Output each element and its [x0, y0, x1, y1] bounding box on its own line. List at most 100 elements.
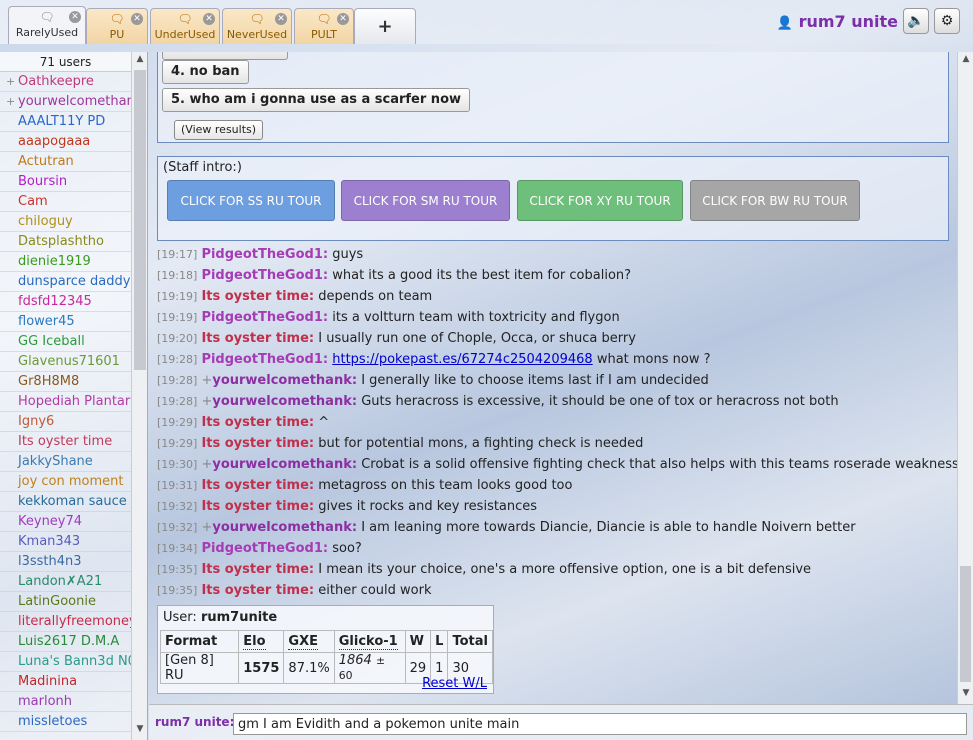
user-list-item[interactable]: Kman343	[0, 532, 131, 552]
close-icon[interactable]: ✕	[203, 13, 215, 25]
user-list-item[interactable]: Madinina	[0, 672, 131, 692]
user-list-item[interactable]: Luna's Bann3d N0	[0, 652, 131, 672]
chat-message: [19:28] +yourwelcomethank: Guts heracros…	[157, 392, 839, 412]
user-list-item[interactable]: Keyney74	[0, 512, 131, 532]
tour-button[interactable]: CLICK FOR SM RU TOUR	[341, 180, 510, 221]
user-list-item[interactable]: chiloguy	[0, 212, 131, 232]
message-author[interactable]: +yourwelcomethank:	[201, 373, 357, 388]
poll-option[interactable]: 5. who am i gonna use as a scarfer now	[162, 88, 471, 112]
user-list-item[interactable]: Actutran	[0, 152, 131, 172]
room-tab[interactable]: 🗨 UnderUsed ✕	[150, 8, 220, 44]
settings-button[interactable]: ⚙	[934, 8, 960, 34]
user-list-item[interactable]: marlonh	[0, 692, 131, 712]
user-list-item[interactable]: aaapogaaa	[0, 132, 131, 152]
message-author[interactable]: PidgeotTheGod1:	[201, 310, 328, 325]
user-list-item[interactable]: dienie1919	[0, 252, 131, 272]
scroll-up-icon[interactable]: ▲	[132, 54, 147, 68]
new-tab-button[interactable]: +	[354, 8, 416, 44]
close-icon[interactable]: ✕	[131, 13, 143, 25]
user-list-item[interactable]: l3ssth4n3	[0, 552, 131, 572]
close-icon[interactable]: ✕	[275, 13, 287, 25]
message-author[interactable]: PidgeotTheGod1:	[201, 352, 328, 367]
timestamp: [19:28]	[157, 353, 198, 366]
tour-button[interactable]: CLICK FOR SS RU TOUR	[167, 180, 335, 221]
user-name: Luna's Bann3d N0	[18, 654, 131, 669]
user-list-item[interactable]: Igny6	[0, 412, 131, 432]
message-author[interactable]: Its oyster time:	[201, 499, 314, 514]
message-author[interactable]: PidgeotTheGod1:	[201, 268, 328, 283]
user-list-item[interactable]: Cam	[0, 192, 131, 212]
message-author[interactable]: Its oyster time:	[201, 289, 314, 304]
user-list-item[interactable]: Landon✗A21	[0, 572, 131, 592]
message-author[interactable]: Its oyster time:	[201, 562, 314, 577]
user-list-item[interactable]: Datsplashtho	[0, 232, 131, 252]
message-text: guys	[332, 247, 364, 262]
room-tab[interactable]: 🗨 NeverUsed ✕	[222, 8, 292, 44]
user-list-item[interactable]: GG Iceball	[0, 332, 131, 352]
tour-button[interactable]: CLICK FOR BW RU TOUR	[690, 180, 860, 221]
message-link[interactable]: https://pokepast.es/67274c2504209468	[332, 352, 592, 367]
gear-icon: ⚙	[940, 13, 954, 29]
user-name: missletoes	[18, 714, 88, 729]
user-list-item[interactable]: Luis2617 D.M.A	[0, 632, 131, 652]
user-list-item[interactable]: Boursin	[0, 172, 131, 192]
ranking-user: User: rum7unite	[163, 610, 278, 625]
scroll-up-icon[interactable]: ▲	[958, 54, 973, 68]
close-icon[interactable]: ✕	[337, 13, 349, 25]
room-tab[interactable]: 🗨 PU ✕	[86, 8, 148, 44]
user-list-item[interactable]: literallyfreemoney	[0, 612, 131, 632]
message-author[interactable]: Its oyster time:	[201, 331, 314, 346]
user-name: GG Iceball	[18, 334, 85, 349]
room-tab-label: PULT	[310, 28, 338, 41]
chat-message: [19:19] Its oyster time: depends on team	[157, 287, 432, 307]
user-list-item[interactable]: LatinGoonie	[0, 592, 131, 612]
tour-button[interactable]: CLICK FOR XY RU TOUR	[517, 180, 683, 221]
message-author[interactable]: +yourwelcomethank:	[201, 394, 357, 409]
chat-scrollbar[interactable]: ▲ ▼	[957, 52, 973, 704]
close-icon[interactable]: ✕	[69, 11, 81, 23]
message-author[interactable]: +yourwelcomethank:	[201, 457, 357, 472]
room-tab[interactable]: 🗨 RarelyUsed ✕	[8, 6, 86, 44]
user-menu[interactable]: 👤 rum7 unite	[777, 12, 898, 31]
reset-wl-link[interactable]: Reset W/L	[422, 676, 487, 691]
user-list-item[interactable]: + yourwelcomethank	[0, 92, 131, 112]
room-tab[interactable]: 🗨 PULT ✕	[294, 8, 354, 44]
chat-message: [19:28] +yourwelcomethank: I generally l…	[157, 371, 709, 391]
message-author[interactable]: Its oyster time:	[201, 583, 314, 598]
poll-option-partial[interactable]	[162, 52, 288, 60]
scroll-thumb[interactable]	[960, 566, 971, 682]
user-name: literallyfreemoney	[18, 614, 131, 629]
user-list-item[interactable]: Its oyster time	[0, 432, 131, 452]
user-list-item[interactable]: dunsparce daddy	[0, 272, 131, 292]
poll-option[interactable]: 4. no ban	[162, 60, 249, 84]
sound-button[interactable]: 🔈	[903, 8, 929, 34]
message-author[interactable]: Its oyster time:	[201, 478, 314, 493]
message-author[interactable]: PidgeotTheGod1:	[201, 541, 328, 556]
userlist-scrollbar[interactable]: ▲ ▼	[131, 52, 147, 740]
user-list-item[interactable]: Glavenus71601	[0, 352, 131, 372]
message-text: what its a good its the best item for co…	[332, 268, 632, 283]
user-name: Its oyster time	[18, 434, 113, 449]
timestamp: [19:17]	[157, 248, 198, 261]
user-list-item[interactable]: Hopediah Plantar	[0, 392, 131, 412]
user-list-item[interactable]: JakkyShane	[0, 452, 131, 472]
user-list-item[interactable]: flower45	[0, 312, 131, 332]
message-author[interactable]: Its oyster time:	[201, 415, 314, 430]
timestamp: [19:31]	[157, 479, 198, 492]
user-list-item[interactable]: missletoes	[0, 712, 131, 732]
user-list-item[interactable]: kekkoman sauce	[0, 492, 131, 512]
chat-input[interactable]	[233, 713, 967, 735]
user-list-item[interactable]: AAALT11Y PD	[0, 112, 131, 132]
message-author[interactable]: Its oyster time:	[201, 436, 314, 451]
user-list-item[interactable]: joy con moment	[0, 472, 131, 492]
view-results-button[interactable]: (View results)	[174, 120, 264, 140]
scroll-thumb[interactable]	[134, 70, 146, 370]
message-author[interactable]: +yourwelcomethank:	[201, 520, 357, 535]
user-list-item[interactable]: fdsfd12345	[0, 292, 131, 312]
message-author[interactable]: PidgeotTheGod1:	[201, 247, 328, 262]
user-list-item[interactable]: + Oathkeepre	[0, 72, 131, 92]
scroll-down-icon[interactable]: ▼	[958, 688, 973, 702]
timestamp: [19:34]	[157, 542, 198, 555]
scroll-down-icon[interactable]: ▼	[132, 724, 147, 738]
user-list-item[interactable]: Gr8H8M8	[0, 372, 131, 392]
